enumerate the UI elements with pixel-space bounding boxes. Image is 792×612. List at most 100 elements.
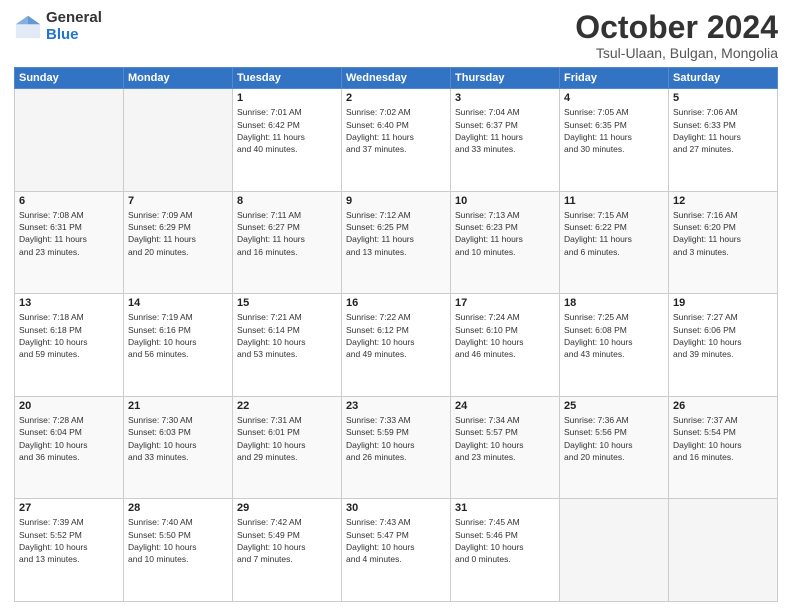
day-info: Sunrise: 7:42 AM Sunset: 5:49 PM Dayligh… — [237, 516, 337, 565]
calendar-cell: 4Sunrise: 7:05 AM Sunset: 6:35 PM Daylig… — [560, 89, 669, 192]
day-number: 25 — [564, 400, 664, 412]
location: Tsul-Ulaan, Bulgan, Mongolia — [575, 45, 778, 61]
header: General Blue October 2024 Tsul-Ulaan, Bu… — [14, 10, 778, 61]
day-number: 7 — [128, 195, 228, 207]
logo-text: General Blue — [46, 10, 102, 43]
day-number: 31 — [455, 502, 555, 514]
calendar-cell: 1Sunrise: 7:01 AM Sunset: 6:42 PM Daylig… — [233, 89, 342, 192]
day-info: Sunrise: 7:06 AM Sunset: 6:33 PM Dayligh… — [673, 106, 773, 155]
day-info: Sunrise: 7:31 AM Sunset: 6:01 PM Dayligh… — [237, 414, 337, 463]
day-number: 24 — [455, 400, 555, 412]
day-info: Sunrise: 7:08 AM Sunset: 6:31 PM Dayligh… — [19, 209, 119, 258]
logo: General Blue — [14, 10, 102, 43]
day-number: 30 — [346, 502, 446, 514]
day-number: 3 — [455, 92, 555, 104]
day-number: 4 — [564, 92, 664, 104]
day-number: 28 — [128, 502, 228, 514]
weekday-header-tuesday: Tuesday — [233, 68, 342, 89]
calendar-cell: 5 Sunrise: 7:06 AM Sunset: 6:33 PM Daylig… — [669, 89, 778, 192]
day-info: Sunrise: 7:30 AM Sunset: 6:03 PM Dayligh… — [128, 414, 228, 463]
day-number: 14 — [128, 297, 228, 309]
day-info: Sunrise: 7:19 AM Sunset: 6:16 PM Dayligh… — [128, 311, 228, 360]
day-number: 6 — [19, 195, 119, 207]
calendar-cell: 8 Sunrise: 7:11 AM Sunset: 6:27 PM Daylig… — [233, 191, 342, 294]
calendar-cell: 10 Sunrise: 7:13 AM Sunset: 6:23 PM Dayli… — [451, 191, 560, 294]
day-info: Sunrise: 7:33 AM Sunset: 5:59 PM Dayligh… — [346, 414, 446, 463]
day-info: Sunrise: 7:36 AM Sunset: 5:56 PM Dayligh… — [564, 414, 664, 463]
calendar-cell: 24 Sunrise: 7:34 AM Sunset: 5:57 PM Dayli… — [451, 396, 560, 499]
day-info: Sunrise: 7:15 AM Sunset: 6:22 PM Dayligh… — [564, 209, 664, 258]
day-number: 19 — [673, 297, 773, 309]
calendar-cell: 12 Sunrise: 7:16 AM Sunset: 6:20 PM Dayli… — [669, 191, 778, 294]
day-number: 27 — [19, 502, 119, 514]
calendar-cell: 31Sunrise: 7:45 AM Sunset: 5:46 PM Dayli… — [451, 499, 560, 602]
calendar-cell — [669, 499, 778, 602]
weekday-header-row: SundayMondayTuesdayWednesdayThursdayFrid… — [15, 68, 778, 89]
weekday-header-friday: Friday — [560, 68, 669, 89]
day-number: 21 — [128, 400, 228, 412]
calendar-cell: 19 Sunrise: 7:27 AM Sunset: 6:06 PM Dayli… — [669, 294, 778, 397]
day-info: Sunrise: 7:39 AM Sunset: 5:52 PM Dayligh… — [19, 516, 119, 565]
day-info: Sunrise: 7:11 AM Sunset: 6:27 PM Dayligh… — [237, 209, 337, 258]
calendar-cell: 14 Sunrise: 7:19 AM Sunset: 6:16 PM Dayli… — [124, 294, 233, 397]
day-number: 11 — [564, 195, 664, 207]
day-number: 8 — [237, 195, 337, 207]
logo-general-text: General — [46, 10, 102, 27]
day-number: 5 — [673, 92, 773, 104]
calendar-cell: 23 Sunrise: 7:33 AM Sunset: 5:59 PM Dayli… — [342, 396, 451, 499]
week-row-4: 20 Sunrise: 7:28 AM Sunset: 6:04 PM Dayli… — [15, 396, 778, 499]
day-info: Sunrise: 7:04 AM Sunset: 6:37 PM Dayligh… — [455, 106, 555, 155]
weekday-header-thursday: Thursday — [451, 68, 560, 89]
day-info: Sunrise: 7:02 AM Sunset: 6:40 PM Dayligh… — [346, 106, 446, 155]
calendar-page: General Blue October 2024 Tsul-Ulaan, Bu… — [0, 0, 792, 612]
day-number: 18 — [564, 297, 664, 309]
calendar-cell — [560, 499, 669, 602]
calendar-cell: 3 Sunrise: 7:04 AM Sunset: 6:37 PM Daylig… — [451, 89, 560, 192]
day-number: 13 — [19, 297, 119, 309]
calendar-cell: 27 Sunrise: 7:39 AM Sunset: 5:52 PM Dayli… — [15, 499, 124, 602]
calendar-cell: 17Sunrise: 7:24 AM Sunset: 6:10 PM Dayli… — [451, 294, 560, 397]
calendar-table: SundayMondayTuesdayWednesdayThursdayFrid… — [14, 67, 778, 602]
calendar-cell: 29 Sunrise: 7:42 AM Sunset: 5:49 PM Dayli… — [233, 499, 342, 602]
calendar-cell: 21 Sunrise: 7:30 AM Sunset: 6:03 PM Dayli… — [124, 396, 233, 499]
day-info: Sunrise: 7:09 AM Sunset: 6:29 PM Dayligh… — [128, 209, 228, 258]
day-number: 23 — [346, 400, 446, 412]
calendar-cell: 20 Sunrise: 7:28 AM Sunset: 6:04 PM Dayli… — [15, 396, 124, 499]
calendar-cell: 13 Sunrise: 7:18 AM Sunset: 6:18 PM Dayli… — [15, 294, 124, 397]
calendar-cell — [15, 89, 124, 192]
day-number: 17 — [455, 297, 555, 309]
calendar-cell — [124, 89, 233, 192]
calendar-cell: 18Sunrise: 7:25 AM Sunset: 6:08 PM Dayli… — [560, 294, 669, 397]
calendar-cell: 25 Sunrise: 7:36 AM Sunset: 5:56 PM Dayli… — [560, 396, 669, 499]
weekday-header-monday: Monday — [124, 68, 233, 89]
day-number: 16 — [346, 297, 446, 309]
day-info: Sunrise: 7:34 AM Sunset: 5:57 PM Dayligh… — [455, 414, 555, 463]
title-block: October 2024 Tsul-Ulaan, Bulgan, Mongoli… — [575, 10, 778, 61]
day-info: Sunrise: 7:18 AM Sunset: 6:18 PM Dayligh… — [19, 311, 119, 360]
logo-blue-text: Blue — [46, 27, 102, 44]
week-row-3: 13 Sunrise: 7:18 AM Sunset: 6:18 PM Dayli… — [15, 294, 778, 397]
week-row-1: 1Sunrise: 7:01 AM Sunset: 6:42 PM Daylig… — [15, 89, 778, 192]
day-info: Sunrise: 7:16 AM Sunset: 6:20 PM Dayligh… — [673, 209, 773, 258]
day-number: 22 — [237, 400, 337, 412]
weekday-header-wednesday: Wednesday — [342, 68, 451, 89]
day-number: 10 — [455, 195, 555, 207]
day-info: Sunrise: 7:28 AM Sunset: 6:04 PM Dayligh… — [19, 414, 119, 463]
day-number: 12 — [673, 195, 773, 207]
day-number: 15 — [237, 297, 337, 309]
day-info: Sunrise: 7:13 AM Sunset: 6:23 PM Dayligh… — [455, 209, 555, 258]
week-row-2: 6 Sunrise: 7:08 AM Sunset: 6:31 PM Daylig… — [15, 191, 778, 294]
day-number: 29 — [237, 502, 337, 514]
calendar-cell: 16Sunrise: 7:22 AM Sunset: 6:12 PM Dayli… — [342, 294, 451, 397]
day-number: 20 — [19, 400, 119, 412]
day-info: Sunrise: 7:27 AM Sunset: 6:06 PM Dayligh… — [673, 311, 773, 360]
calendar-cell: 11 Sunrise: 7:15 AM Sunset: 6:22 PM Dayli… — [560, 191, 669, 294]
day-info: Sunrise: 7:12 AM Sunset: 6:25 PM Dayligh… — [346, 209, 446, 258]
day-number: 9 — [346, 195, 446, 207]
day-info: Sunrise: 7:43 AM Sunset: 5:47 PM Dayligh… — [346, 516, 446, 565]
day-info: Sunrise: 7:40 AM Sunset: 5:50 PM Dayligh… — [128, 516, 228, 565]
calendar-cell: 22 Sunrise: 7:31 AM Sunset: 6:01 PM Dayli… — [233, 396, 342, 499]
day-number: 26 — [673, 400, 773, 412]
calendar-cell: 9 Sunrise: 7:12 AM Sunset: 6:25 PM Daylig… — [342, 191, 451, 294]
calendar-cell: 7 Sunrise: 7:09 AM Sunset: 6:29 PM Daylig… — [124, 191, 233, 294]
